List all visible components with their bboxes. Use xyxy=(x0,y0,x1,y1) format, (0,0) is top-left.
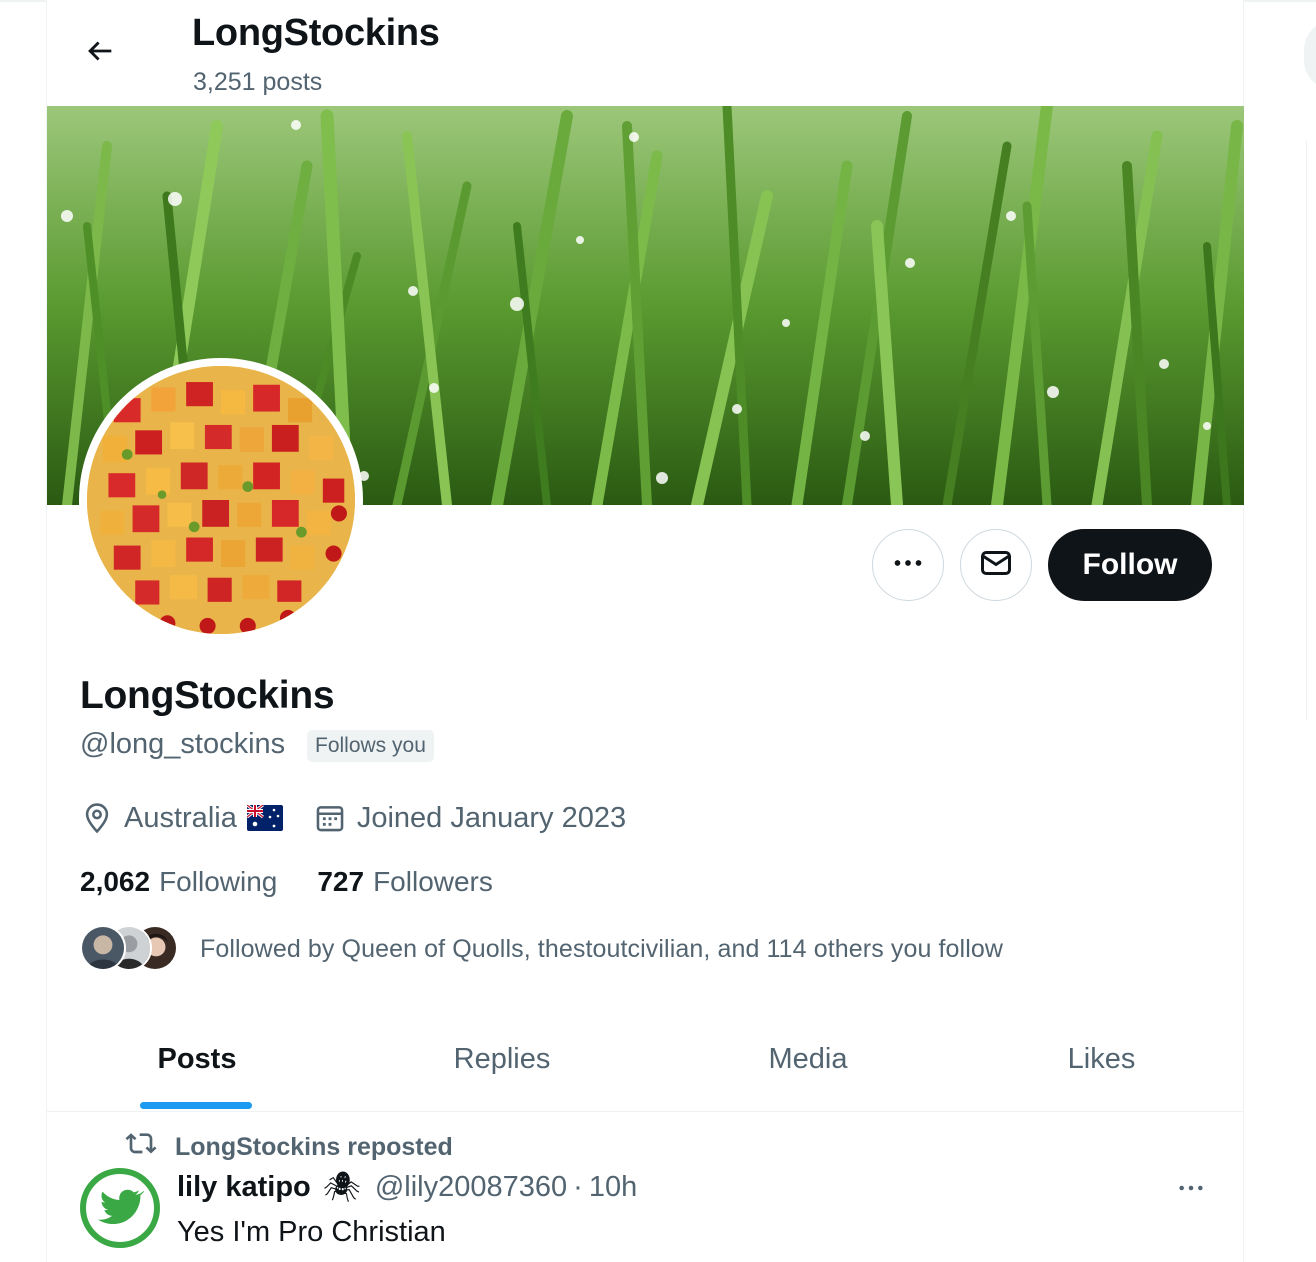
profile-column: LongStockins 3,251 posts Follow LongStoc… xyxy=(46,0,1244,1262)
profile-handle: @long_stockins xyxy=(80,728,286,760)
followers-link[interactable]: 727 Followers xyxy=(317,866,493,898)
australia-flag-icon xyxy=(246,805,283,831)
arrow-left-icon xyxy=(83,34,117,73)
back-button[interactable] xyxy=(67,20,133,86)
tab-likes[interactable]: Likes xyxy=(959,1020,1244,1111)
post-author-avatar[interactable] xyxy=(80,1168,160,1248)
avatar xyxy=(80,925,126,971)
followed-by-text: Followed by Queen of Quolls, thestoutciv… xyxy=(200,934,1004,963)
profile-name: LongStockins xyxy=(80,674,335,717)
post-separator: · xyxy=(573,1171,583,1203)
more-horizontal-icon xyxy=(890,545,926,586)
tab-replies[interactable]: Replies xyxy=(347,1020,657,1111)
spider-emoji: 🕷 xyxy=(322,1171,361,1204)
right-panel-edge xyxy=(1304,20,1316,90)
mutual-avatars xyxy=(80,925,180,973)
post-author-name[interactable]: lily katipo xyxy=(177,1171,311,1204)
following-label: Following xyxy=(159,866,278,897)
followers-count: 727 xyxy=(317,866,365,897)
bird-icon xyxy=(96,1182,145,1235)
follow-counts: 2,062 Following 727 Followers xyxy=(80,866,493,898)
tab-label: Likes xyxy=(1067,1043,1136,1075)
repost-indicator[interactable]: LongStockins reposted xyxy=(125,1128,453,1167)
profile-meta: Australia Joined January 2023 xyxy=(80,798,626,838)
post-more-button[interactable] xyxy=(1167,1172,1215,1208)
tab-label: Posts xyxy=(157,1043,237,1075)
tab-label: Media xyxy=(768,1043,848,1075)
tab-label: Replies xyxy=(453,1043,551,1075)
right-panel-border xyxy=(1306,140,1316,720)
profile-joined: Joined January 2023 xyxy=(356,801,627,834)
profile-tabs: Posts Replies Media Likes xyxy=(47,1020,1244,1112)
message-button[interactable] xyxy=(960,529,1032,601)
repost-icon xyxy=(125,1128,175,1167)
follows-you-badge: Follows you xyxy=(307,730,434,762)
tab-media[interactable]: Media xyxy=(657,1020,959,1111)
following-count: 2,062 xyxy=(80,866,151,897)
followed-by-link[interactable]: Followed by Queen of Quolls, thestoutciv… xyxy=(80,925,1003,973)
profile-avatar[interactable] xyxy=(79,358,363,642)
more-button[interactable] xyxy=(872,529,944,601)
header-posts-count: 3,251 posts xyxy=(193,68,323,96)
following-link[interactable]: 2,062 Following xyxy=(80,866,277,898)
post-timestamp[interactable]: 10h xyxy=(589,1171,637,1204)
followers-label: Followers xyxy=(373,866,493,897)
more-horizontal-icon xyxy=(1175,1172,1207,1209)
profile-location: Australia xyxy=(124,801,237,834)
repost-label: LongStockins reposted xyxy=(175,1133,453,1161)
follow-button[interactable]: Follow xyxy=(1048,529,1212,601)
post-header: lily katipo 🕷 @lily20087360 · 10h xyxy=(177,1170,637,1205)
post-author-handle[interactable]: @lily20087360 xyxy=(375,1171,567,1204)
active-tab-indicator xyxy=(140,1102,252,1109)
post-text: Yes I'm Pro Christian xyxy=(177,1216,446,1248)
calendar-icon xyxy=(313,801,347,835)
location-pin-icon xyxy=(80,801,114,835)
tab-posts[interactable]: Posts xyxy=(47,1020,347,1111)
header-title: LongStockins xyxy=(192,12,440,54)
envelope-icon xyxy=(978,545,1014,586)
